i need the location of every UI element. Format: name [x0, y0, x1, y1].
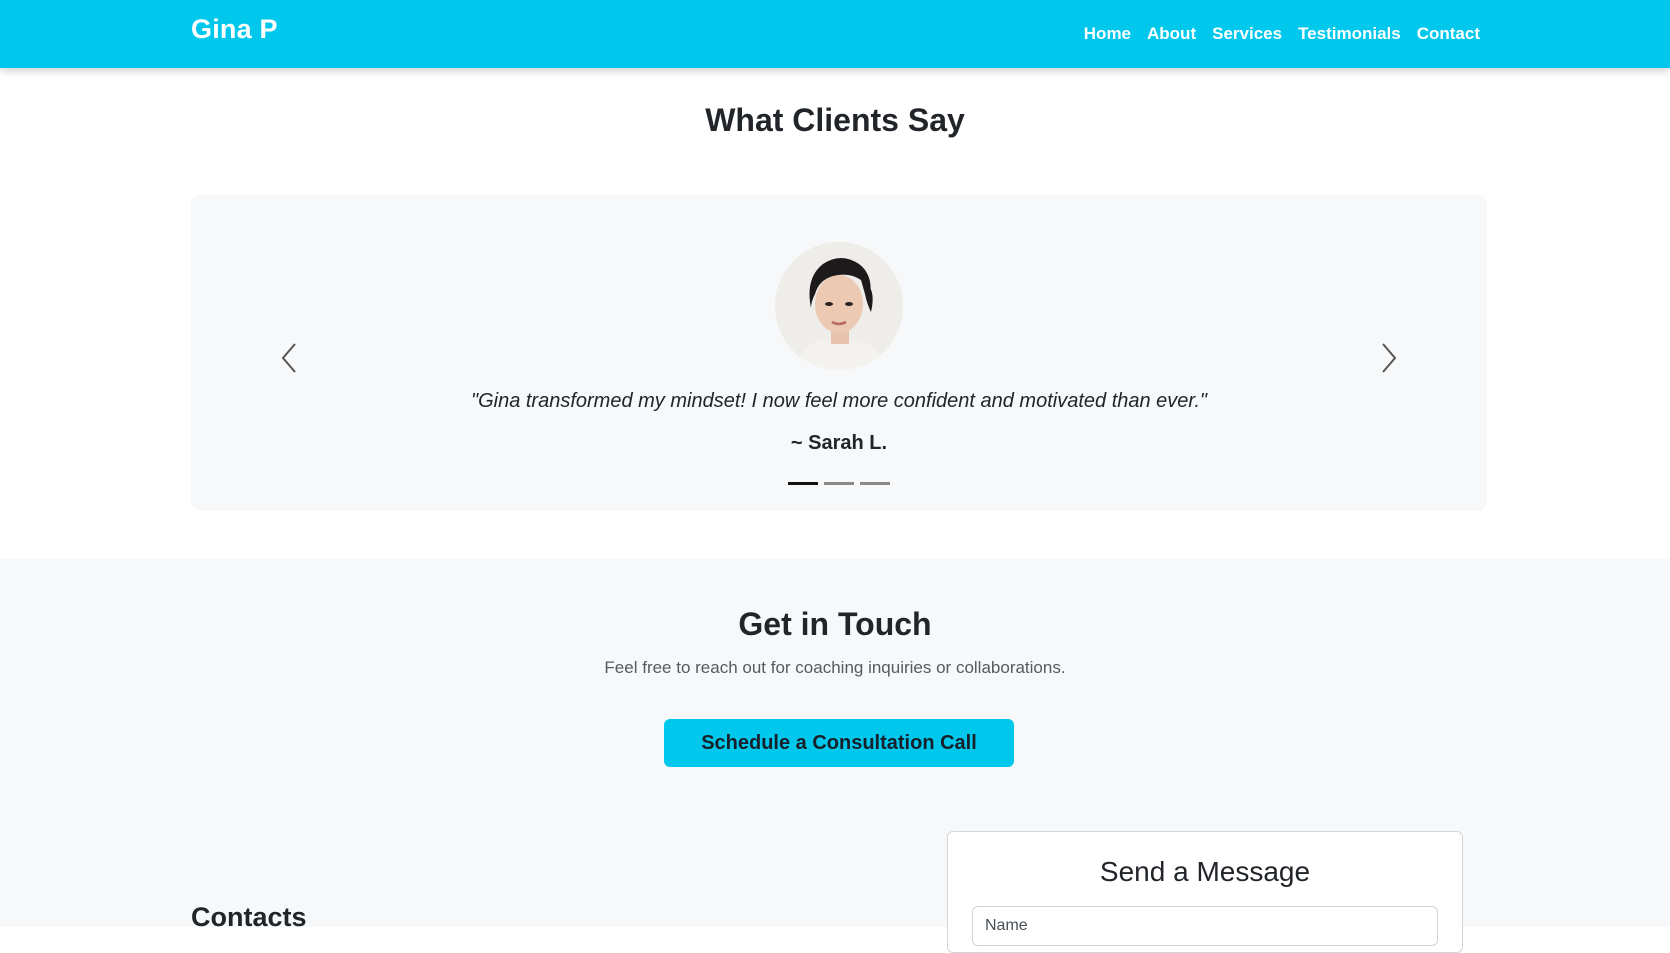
contact-title: Get in Touch: [738, 606, 932, 642]
message-form-card: Send a Message: [947, 831, 1463, 953]
schedule-consultation-button[interactable]: Schedule a Consultation Call: [664, 719, 1014, 767]
navbar: Gina P Home About Services Testimonials …: [0, 0, 1670, 68]
chevron-left-icon: [281, 343, 296, 373]
nav-menu: Home About Services Testimonials Contact: [1084, 24, 1480, 44]
chevron-right-icon: [1382, 343, 1397, 373]
contacts-heading: Contacts: [191, 902, 307, 932]
section-title: What Clients Say: [705, 102, 965, 138]
brand-logo[interactable]: Gina P: [191, 14, 278, 45]
carousel-prev-button[interactable]: [277, 340, 303, 376]
nav-link-about[interactable]: About: [1147, 24, 1196, 44]
name-input[interactable]: [972, 906, 1438, 946]
nav-link-services[interactable]: Services: [1212, 24, 1282, 44]
nav-link-contact[interactable]: Contact: [1417, 24, 1480, 44]
client-avatar: [775, 242, 903, 370]
carousel-indicators: [788, 482, 890, 485]
testimonial-carousel: "Gina transformed my mindset! I now feel…: [191, 194, 1487, 511]
testimonial-quote: "Gina transformed my mindset! I now feel…: [470, 390, 1208, 412]
nav-link-home[interactable]: Home: [1084, 24, 1131, 44]
testimonial-author: ~ Sarah L.: [790, 432, 888, 454]
contact-section: Get in Touch Feel free to reach out for …: [0, 559, 1670, 953]
carousel-next-button[interactable]: [1375, 340, 1401, 376]
nav-link-testimonials[interactable]: Testimonials: [1298, 24, 1401, 44]
carousel-indicator-3[interactable]: [860, 482, 890, 485]
carousel-indicator-1[interactable]: [788, 482, 818, 485]
contact-subtitle: Feel free to reach out for coaching inqu…: [604, 658, 1066, 677]
message-form-title: Send a Message: [1099, 856, 1311, 887]
testimonials-section: What Clients Say "Gina transformed my mi…: [0, 68, 1670, 559]
carousel-indicator-2[interactable]: [824, 482, 854, 485]
